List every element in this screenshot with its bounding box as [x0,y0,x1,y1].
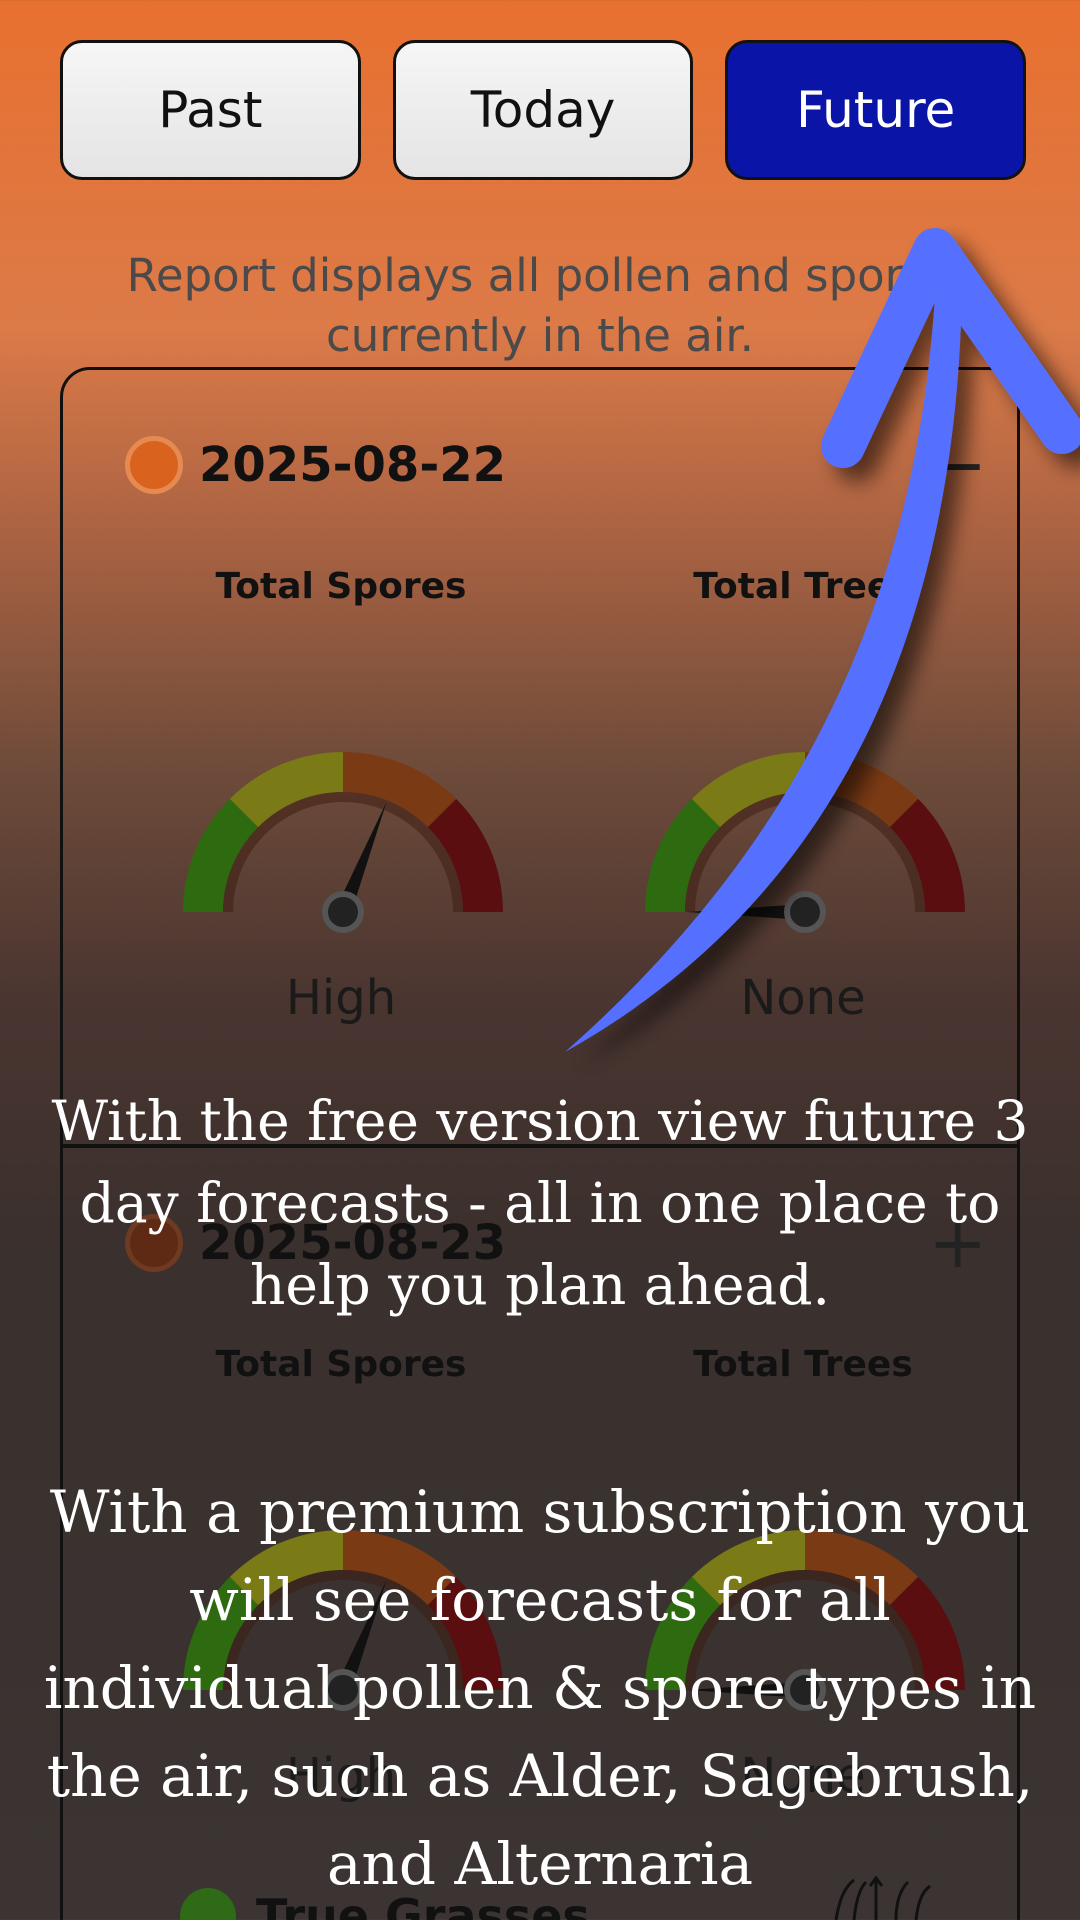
gauge-hub [784,891,826,933]
metric-value-wrap: High [141,970,541,1026]
collapse-icon[interactable]: − [928,430,987,500]
premium-subscription-message: With a premium subscription you will see… [43,1478,1037,1898]
tab-past[interactable]: Past [60,40,361,180]
metric-total-spores: Total Spores [141,566,541,607]
metric-total-trees: Total Trees [603,566,1003,607]
metric-total-spores: Total Spores [141,1344,541,1385]
tab-today[interactable]: Today [392,40,694,180]
metric-label: Total Spores [215,1344,467,1385]
metric-value: None [740,970,866,1026]
report-description: Report displays all pollen and spores cu… [126,249,954,362]
gauge-hub [322,891,364,933]
metric-value-wrap: None [603,970,1003,1026]
forecast-card: 2025-08-22 − Total Spores High Total Tre… [60,367,1020,1147]
card-date: 2025-08-22 [199,437,507,493]
metric-total-trees: Total Trees [603,1344,1003,1385]
metric-label: Total Spores [215,566,467,607]
metric-label: Total Trees [693,566,913,607]
metric-label: Total Trees [693,1344,913,1385]
gauge-icon [183,752,503,933]
metric-value: High [285,970,397,1026]
free-version-message: With the free version view future 3 day … [51,1089,1029,1317]
severity-dot-icon [125,436,183,494]
tab-future[interactable]: Future [725,40,1027,180]
card-header[interactable]: 2025-08-22 [125,436,506,494]
gauge-icon [645,752,965,933]
date-range-tabs: Past Today Future [60,40,1027,180]
